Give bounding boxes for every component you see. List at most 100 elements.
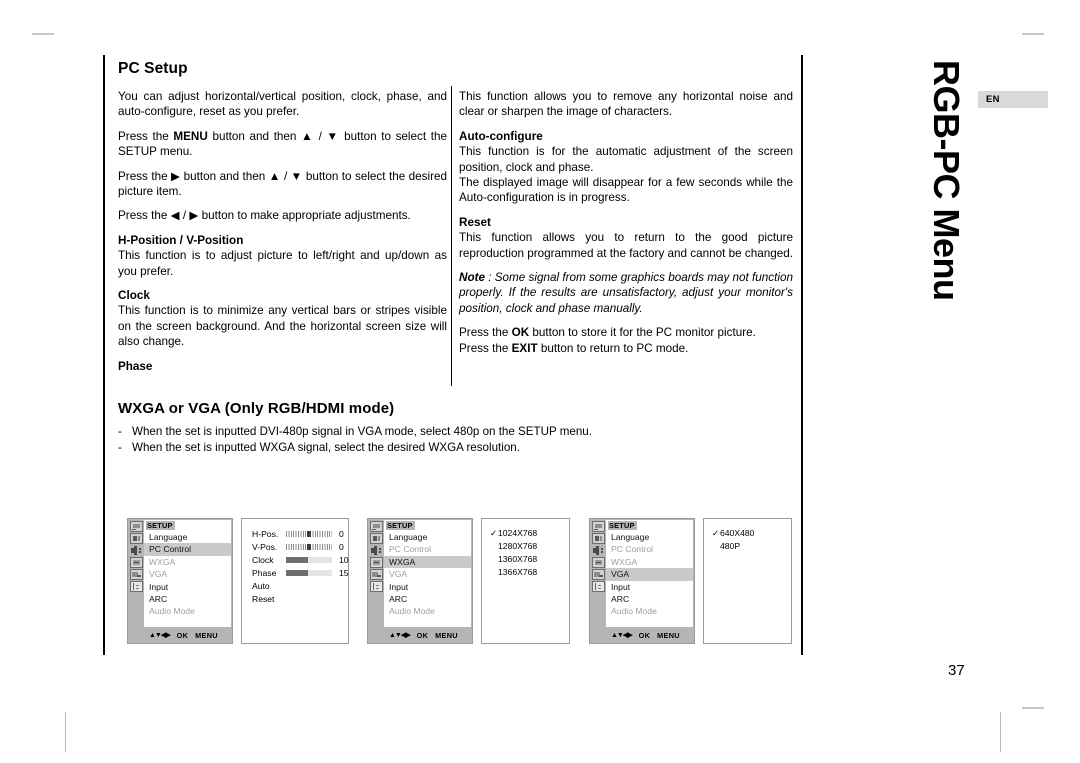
osd-nav-row: ▲▼◀▶ OK MENU xyxy=(144,628,231,642)
osd-option-1366x768[interactable]: 1366X768 xyxy=(490,567,537,577)
osd-row-value: 15 xyxy=(339,568,349,579)
heading-separator: / xyxy=(176,233,187,247)
osd-option-1360x768[interactable]: 1360X768 xyxy=(490,554,537,564)
left-column-rule xyxy=(103,55,105,655)
clock-body: This function is to minimize any vertica… xyxy=(118,304,447,349)
picture-icon xyxy=(370,557,383,568)
osd-title: SETUP xyxy=(146,521,175,530)
phase-heading: Phase xyxy=(118,359,153,373)
h-position-label: H-Position xyxy=(118,233,177,247)
check-icon: ✓ xyxy=(712,528,720,538)
osd-item-input[interactable]: Input xyxy=(384,581,471,593)
osd-item-arc[interactable]: ARC xyxy=(606,593,693,605)
osd-menu-column: Language PC Control WXGA VGA Input ARC A… xyxy=(589,518,695,644)
osd-ok-hint: OK xyxy=(416,630,429,640)
osd-row-label: Reset xyxy=(252,594,275,605)
menu-key: MENU xyxy=(173,129,208,143)
speaker-icon xyxy=(370,545,383,556)
osd-row-clock[interactable]: Clock 10 xyxy=(252,554,349,567)
osd-item-vga[interactable]: VGA xyxy=(144,568,231,580)
hpos-slider[interactable] xyxy=(286,531,332,538)
osd-row-value: 0 xyxy=(339,529,344,540)
osd-row-label: Auto xyxy=(252,581,270,592)
osd-item-list: Language PC Control WXGA VGA Input ARC A… xyxy=(384,531,471,618)
osd-row-value: 10 xyxy=(339,555,349,566)
wxga-bullet-list: - When the set is inputted DVI-480p signa… xyxy=(118,424,592,456)
osd-menu-column: Language PC Control WXGA VGA Input ARC A… xyxy=(127,518,233,644)
osd-item-vga[interactable]: VGA xyxy=(384,568,471,580)
osd-option-480p[interactable]: 480P xyxy=(712,541,740,551)
phase-slider[interactable] xyxy=(286,570,332,577)
menu-step-pre: Press the xyxy=(118,129,174,143)
osd-screen-vga: Language PC Control WXGA VGA Input ARC A… xyxy=(589,518,792,644)
bullet-marker: - xyxy=(118,425,122,438)
osd-ok-hint: OK xyxy=(638,630,651,640)
osd-row-label: H-Pos. xyxy=(252,529,279,540)
osd-item-arc[interactable]: ARC xyxy=(384,593,471,605)
osd-title: SETUP xyxy=(386,521,415,530)
osd-item-audio-mode[interactable]: Audio Mode xyxy=(144,605,231,617)
osd-item-language[interactable]: Language xyxy=(606,531,693,543)
osd-item-audio-mode[interactable]: Audio Mode xyxy=(606,605,693,617)
clock-slider[interactable] xyxy=(286,557,332,564)
osd-item-wxga[interactable]: WXGA xyxy=(606,556,693,568)
osd-item-wxga[interactable]: WXGA xyxy=(384,555,471,569)
wxga-section-title: WXGA or VGA (Only RGB/HDMI mode) xyxy=(118,400,395,417)
language-badge: EN xyxy=(978,91,1048,108)
osd-item-input[interactable]: Input xyxy=(606,581,693,593)
osd-item-pc-control[interactable]: PC Control xyxy=(144,543,231,556)
osd-icon-bar xyxy=(369,520,384,642)
bullet-marker: - xyxy=(118,441,122,454)
osd-row-reset[interactable]: Reset xyxy=(252,593,340,606)
osd-item-pc-control[interactable]: PC Control xyxy=(384,543,471,555)
input-icon xyxy=(592,569,605,580)
direction-arrows-icon: ▲▼◀▶ xyxy=(611,632,633,639)
picture-icon xyxy=(130,557,143,568)
osd-option-label: 1360X768 xyxy=(498,554,538,564)
book-icon xyxy=(592,581,605,592)
input-icon xyxy=(370,569,383,580)
osd-item-vga[interactable]: VGA xyxy=(606,568,693,581)
osd-item-pc-control[interactable]: PC Control xyxy=(606,543,693,555)
book-icon xyxy=(130,581,143,592)
osd-row-label: Clock xyxy=(252,555,274,566)
osd-item-audio-mode[interactable]: Audio Mode xyxy=(384,605,471,617)
tv-icon xyxy=(130,521,143,532)
ok-key: OK xyxy=(511,326,530,340)
picture-icon xyxy=(592,557,605,568)
auto-configure-body-2: The displayed image will disappear for a… xyxy=(459,176,793,205)
osd-icon-bar xyxy=(591,520,606,642)
osd-option-1280x768[interactable]: 1280X768 xyxy=(490,541,537,551)
osd-item-input[interactable]: Input xyxy=(144,581,231,593)
adjust-paragraph: Press the ◀ / ▶ button to make appropria… xyxy=(118,209,411,223)
osd-item-language[interactable]: Language xyxy=(144,531,231,543)
osd-row-value: 0 xyxy=(339,542,344,553)
osd-item-arc[interactable]: ARC xyxy=(144,593,231,605)
osd-option-1024x768[interactable]: ✓1024X768 xyxy=(490,528,537,539)
osd-row-phase[interactable]: Phase 15 xyxy=(252,567,349,580)
osd-list-pane: Language PC Control WXGA VGA Input ARC A… xyxy=(144,520,231,627)
monitor-icon xyxy=(370,533,383,544)
osd-menu-hint: MENU xyxy=(657,630,680,640)
osd-row-vpos[interactable]: V-Pos. 0 xyxy=(252,541,344,554)
osd-screen-pc-control: Language PC Control WXGA VGA Input ARC A… xyxy=(127,518,349,644)
osd-menu-column: Language PC Control WXGA VGA Input ARC A… xyxy=(367,518,473,644)
speaker-icon xyxy=(130,545,143,556)
right-text-column: This function allows you to remove any h… xyxy=(459,89,793,356)
osd-value-pane: ✓1024X768 1280X768 1360X768 1366X768 xyxy=(481,518,570,644)
v-position-label: V-Position xyxy=(186,233,244,247)
osd-nav-row: ▲▼◀▶ OK MENU xyxy=(384,628,471,642)
ok-instruction: Press the OK button to store it for the … xyxy=(459,326,756,340)
clock-heading: Clock xyxy=(118,289,150,303)
trim-mark-bottom-right xyxy=(1000,712,1001,752)
manual-page: PC Setup You can adjust horizontal/verti… xyxy=(0,0,1080,763)
note-label: Note xyxy=(459,271,485,285)
osd-item-language[interactable]: Language xyxy=(384,531,471,543)
right-column-rule xyxy=(801,55,803,655)
vpos-slider[interactable] xyxy=(286,544,332,551)
h-position-body: This function is to adjust picture to le… xyxy=(118,249,447,278)
osd-item-wxga[interactable]: WXGA xyxy=(144,556,231,568)
osd-option-640x480[interactable]: ✓640X480 xyxy=(712,528,754,539)
osd-row-hpos[interactable]: H-Pos. 0 xyxy=(252,528,344,541)
osd-row-auto[interactable]: Auto xyxy=(252,580,340,593)
